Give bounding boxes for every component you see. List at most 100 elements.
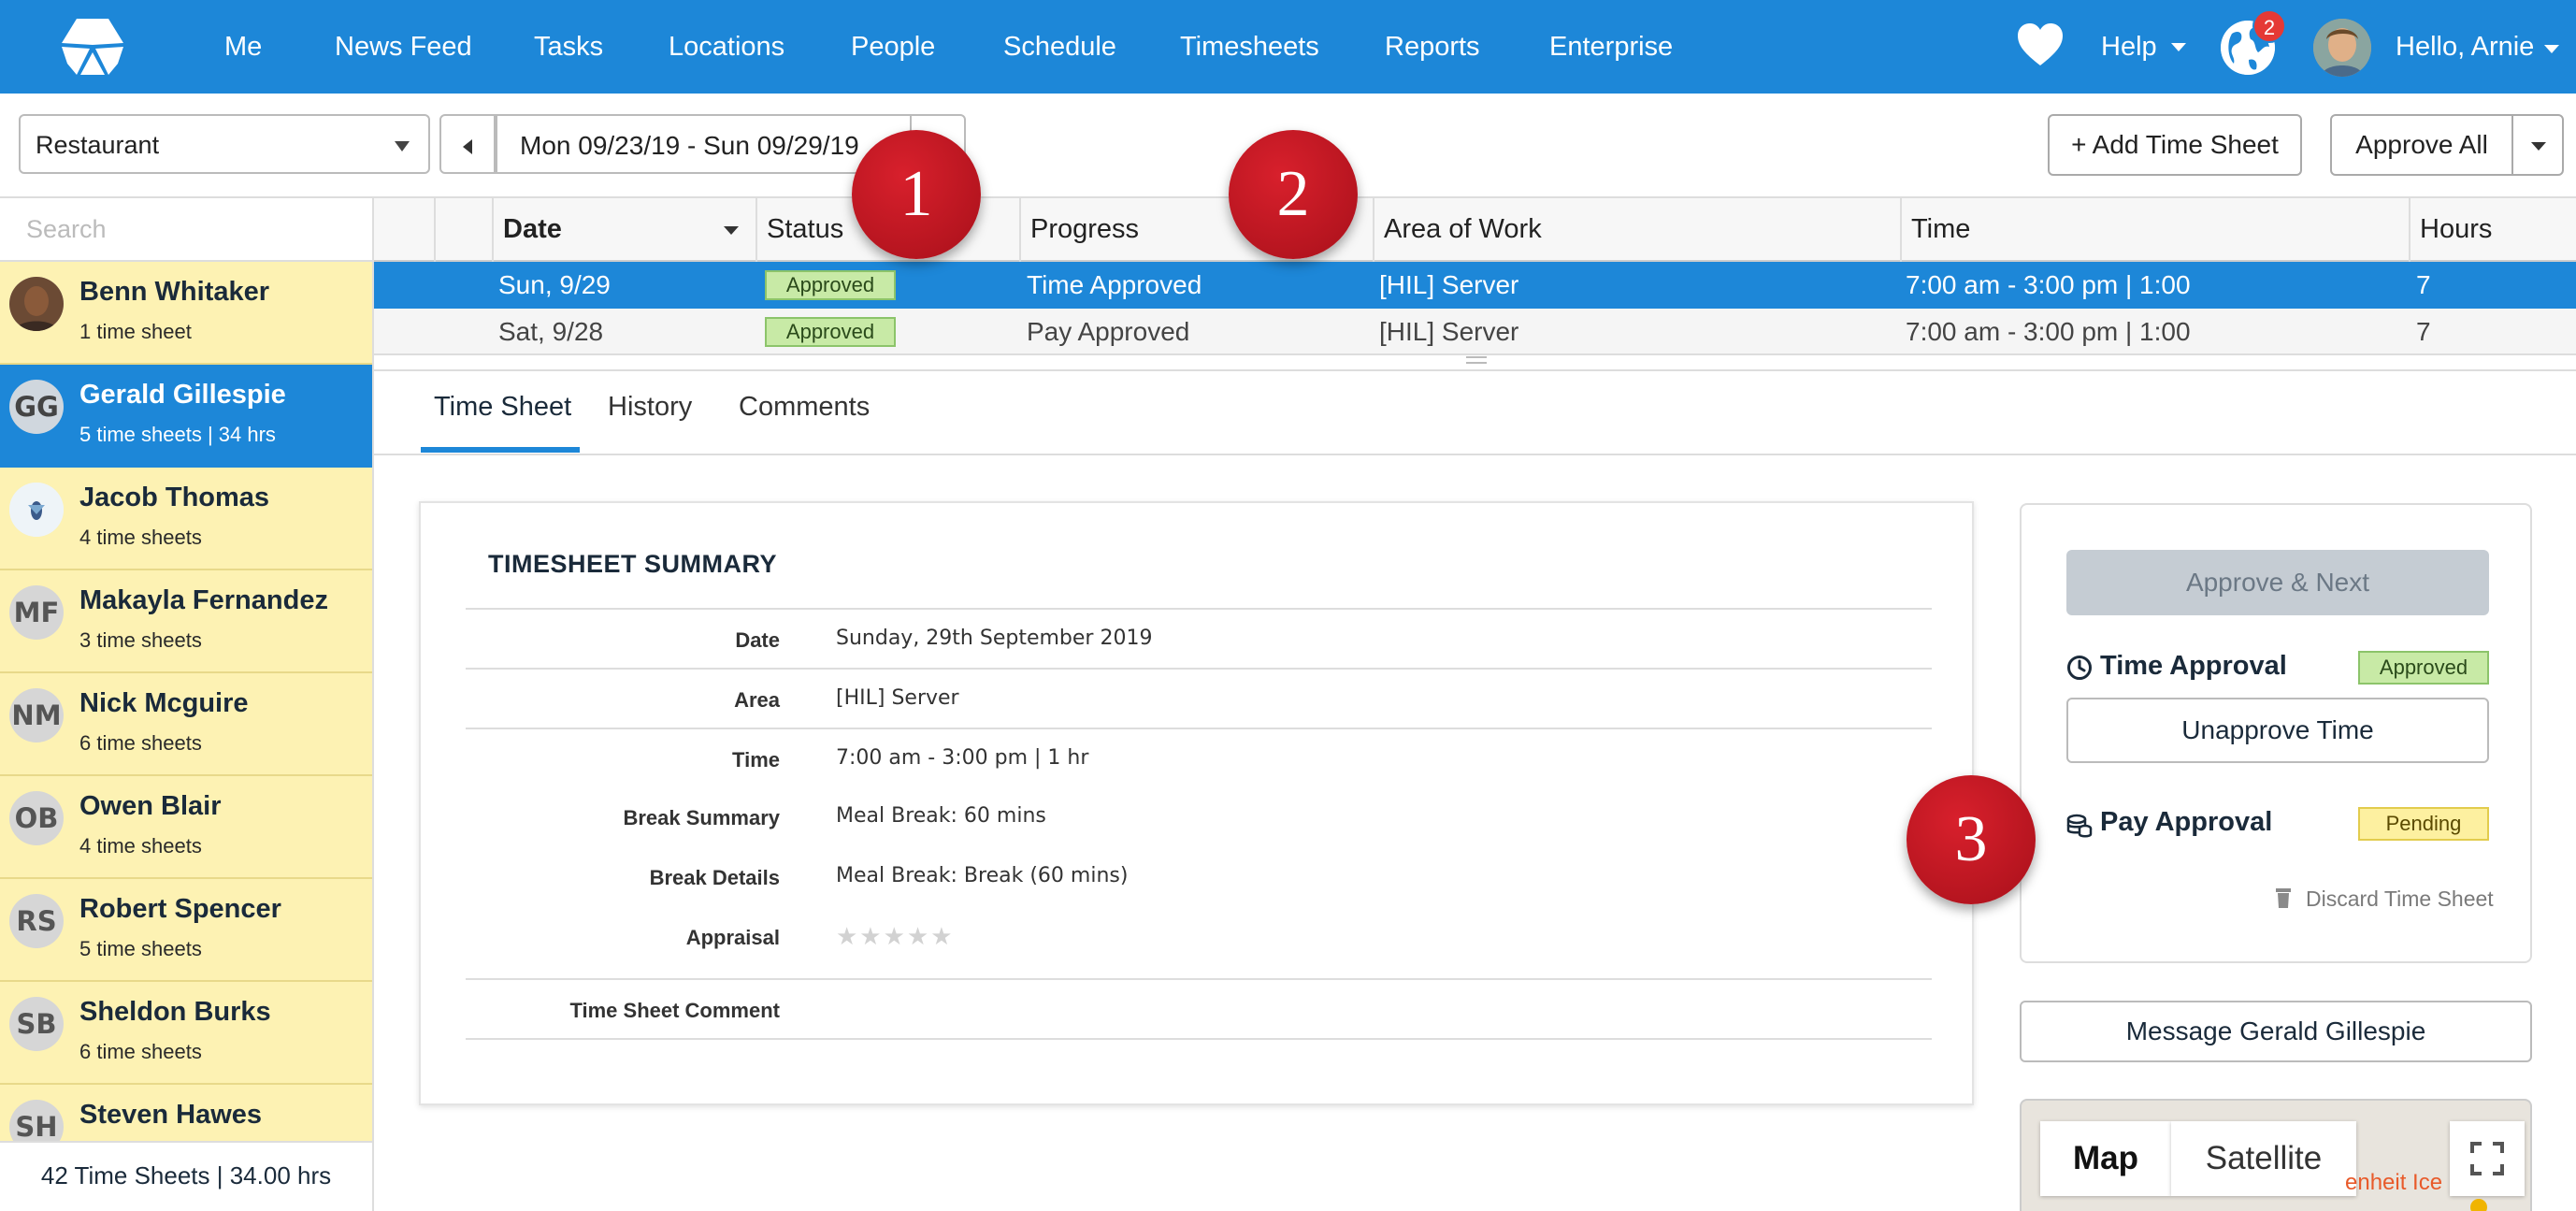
person-item[interactable]: Jacob Thomas 4 time sheets xyxy=(0,468,372,570)
add-time-sheet-button[interactable]: + Add Time Sheet xyxy=(2048,114,2302,176)
person-item[interactable]: Benn Whitaker 1 time sheet xyxy=(0,262,372,365)
summary-row: Time Sheet Comment xyxy=(466,978,1932,1038)
people-sidebar: Benn Whitaker 1 time sheet GG Gerald Gil… xyxy=(0,196,374,1211)
coins-icon xyxy=(2066,814,2093,838)
active-tab-indicator xyxy=(421,447,580,453)
satellite-view-button[interactable]: Satellite xyxy=(2171,1121,2356,1196)
person-sheet-count: 6 time sheets xyxy=(79,1040,202,1063)
time-approval-label: Time Approval xyxy=(2100,651,2287,681)
pay-approval-label: Pay Approval xyxy=(2100,807,2273,837)
hours-column-header[interactable]: Hours xyxy=(2409,198,2576,262)
approval-panel: Approve & Next Time Approval Approved Un… xyxy=(2020,503,2532,963)
nav-news-feed[interactable]: News Feed xyxy=(335,29,472,65)
summary-row: Area [HIL] Server xyxy=(466,668,1932,728)
summary-label: Time xyxy=(732,748,780,771)
person-item[interactable]: GG Gerald Gillespie 5 time sheets | 34 h… xyxy=(0,365,372,468)
summary-label: Break Summary xyxy=(623,806,780,829)
summary-value: 7:00 am - 3:00 pm | 1 hr xyxy=(836,746,1089,770)
summary-row: Date Sunday, 29th September 2019 xyxy=(466,608,1932,668)
date-header-label: Date xyxy=(503,214,562,244)
heart-icon[interactable] xyxy=(2016,22,2065,67)
detail-tabs: Time Sheet History Comments xyxy=(374,369,2576,455)
top-nav: Me News Feed Tasks Locations People Sche… xyxy=(0,0,2576,94)
notification-badge[interactable]: 2 xyxy=(2252,9,2286,43)
summary-label: Time Sheet Comment xyxy=(569,999,780,1022)
discard-time-sheet-link[interactable]: Discard Time Sheet xyxy=(2306,887,2494,912)
person-name: Makayla Fernandez xyxy=(79,585,328,615)
chevron-down-icon xyxy=(2531,142,2546,151)
person-item[interactable]: NM Nick Mcguire 6 time sheets xyxy=(0,673,372,776)
approve-next-button[interactable]: Approve & Next xyxy=(2066,550,2489,615)
person-item[interactable]: SB Sheldon Burks 6 time sheets xyxy=(0,982,372,1085)
person-sheet-count: 5 time sheets xyxy=(79,937,202,960)
map-pegman-icon[interactable] xyxy=(2467,1198,2491,1211)
appraisal-star-icons[interactable]: ★★★★★ xyxy=(836,922,955,951)
tab-time-sheet[interactable]: Time Sheet xyxy=(434,392,571,423)
tab-history[interactable]: History xyxy=(608,392,692,423)
summary-row: Time 7:00 am - 3:00 pm | 1 hr xyxy=(466,728,1932,787)
status-badge: Approved xyxy=(765,317,896,347)
avatar: MF xyxy=(9,585,64,640)
person-item[interactable]: RS Robert Spencer 5 time sheets xyxy=(0,879,372,982)
user-greeting[interactable]: Hello, Arnie xyxy=(2396,29,2534,65)
nav-locations[interactable]: Locations xyxy=(669,29,784,65)
row-date: Sat, 9/28 xyxy=(498,317,604,346)
callout-marker-1: 1 xyxy=(852,130,981,259)
row-progress: Time Approved xyxy=(1027,270,1202,299)
summary-value: Meal Break: Break (60 mins) xyxy=(836,864,1129,887)
person-name: Robert Spencer xyxy=(79,894,281,924)
table-row[interactable]: Sun, 9/29 Approved Time Approved [HIL] S… xyxy=(374,262,2576,309)
approve-all-dropdown[interactable] xyxy=(2511,114,2564,176)
time-column-header[interactable]: Time xyxy=(1900,198,2409,262)
trash-icon[interactable] xyxy=(2274,887,2293,909)
panel-resize-handle[interactable] xyxy=(1466,356,1487,364)
select-column-header[interactable] xyxy=(374,198,434,262)
prev-week-button[interactable] xyxy=(439,114,496,174)
nav-timesheets[interactable]: Timesheets xyxy=(1180,29,1319,65)
help-chevron-down-icon[interactable] xyxy=(2171,43,2186,51)
table-row[interactable]: Sat, 9/28 Approved Pay Approved [HIL] Se… xyxy=(374,309,2576,355)
callout-marker-3: 3 xyxy=(1907,775,2036,904)
date-column-header[interactable]: Date xyxy=(492,198,756,262)
approve-all-button[interactable]: Approve All xyxy=(2330,114,2513,176)
row-hours: 7 xyxy=(2416,317,2431,346)
user-chevron-down-icon[interactable] xyxy=(2544,45,2559,53)
nav-schedule[interactable]: Schedule xyxy=(1003,29,1116,65)
nav-me[interactable]: Me xyxy=(224,29,262,65)
location-select[interactable]: Restaurant xyxy=(19,114,430,174)
app-logo-icon[interactable] xyxy=(58,17,127,77)
tab-comments[interactable]: Comments xyxy=(739,392,870,423)
people-list: Benn Whitaker 1 time sheet GG Gerald Gil… xyxy=(0,262,372,1141)
unapprove-time-button[interactable]: Unapprove Time xyxy=(2066,698,2489,763)
timesheet-table-header: Date Status Progress Area of Work Time H… xyxy=(374,196,2576,262)
pay-status-badge: Pending xyxy=(2358,807,2489,841)
summary-row: Break Details Meal Break: Break (60 mins… xyxy=(466,847,1932,907)
expand-column-header[interactable] xyxy=(434,198,492,262)
area-column-header[interactable]: Area of Work xyxy=(1373,198,1900,262)
map-place-label: enheit Ice xyxy=(2345,1170,2443,1195)
person-name: Sheldon Burks xyxy=(79,997,271,1027)
nav-reports[interactable]: Reports xyxy=(1385,29,1480,65)
person-item[interactable]: SH Steven Hawes xyxy=(0,1085,372,1141)
nav-people[interactable]: People xyxy=(851,29,935,65)
avatar: SB xyxy=(9,997,64,1051)
row-area: [HIL] Server xyxy=(1379,270,1519,299)
avatar: SH xyxy=(9,1100,64,1141)
person-item[interactable]: MF Makayla Fernandez 3 time sheets xyxy=(0,570,372,673)
date-range-picker[interactable]: Mon 09/23/19 - Sun 09/29/19 xyxy=(496,114,912,174)
sidebar-totals: 42 Time Sheets | 34.00 hrs xyxy=(0,1141,372,1211)
person-item[interactable]: OB Owen Blair 4 time sheets xyxy=(0,776,372,879)
sort-chevron-down-icon[interactable] xyxy=(724,226,739,235)
chevron-left-icon xyxy=(463,139,472,154)
map-view-button[interactable]: Map xyxy=(2040,1121,2171,1196)
nav-enterprise[interactable]: Enterprise xyxy=(1549,29,1673,65)
help-menu[interactable]: Help xyxy=(2101,29,2157,65)
nav-tasks[interactable]: Tasks xyxy=(534,29,603,65)
search-input[interactable] xyxy=(0,196,372,262)
location-map[interactable]: Map Satellite enheit Ice xyxy=(2020,1099,2532,1211)
avatar: GG xyxy=(9,380,64,434)
user-avatar[interactable] xyxy=(2313,19,2371,77)
message-employee-button[interactable]: Message Gerald Gillespie xyxy=(2020,1001,2532,1062)
avatar xyxy=(9,483,64,537)
fullscreen-button[interactable] xyxy=(2450,1121,2525,1196)
